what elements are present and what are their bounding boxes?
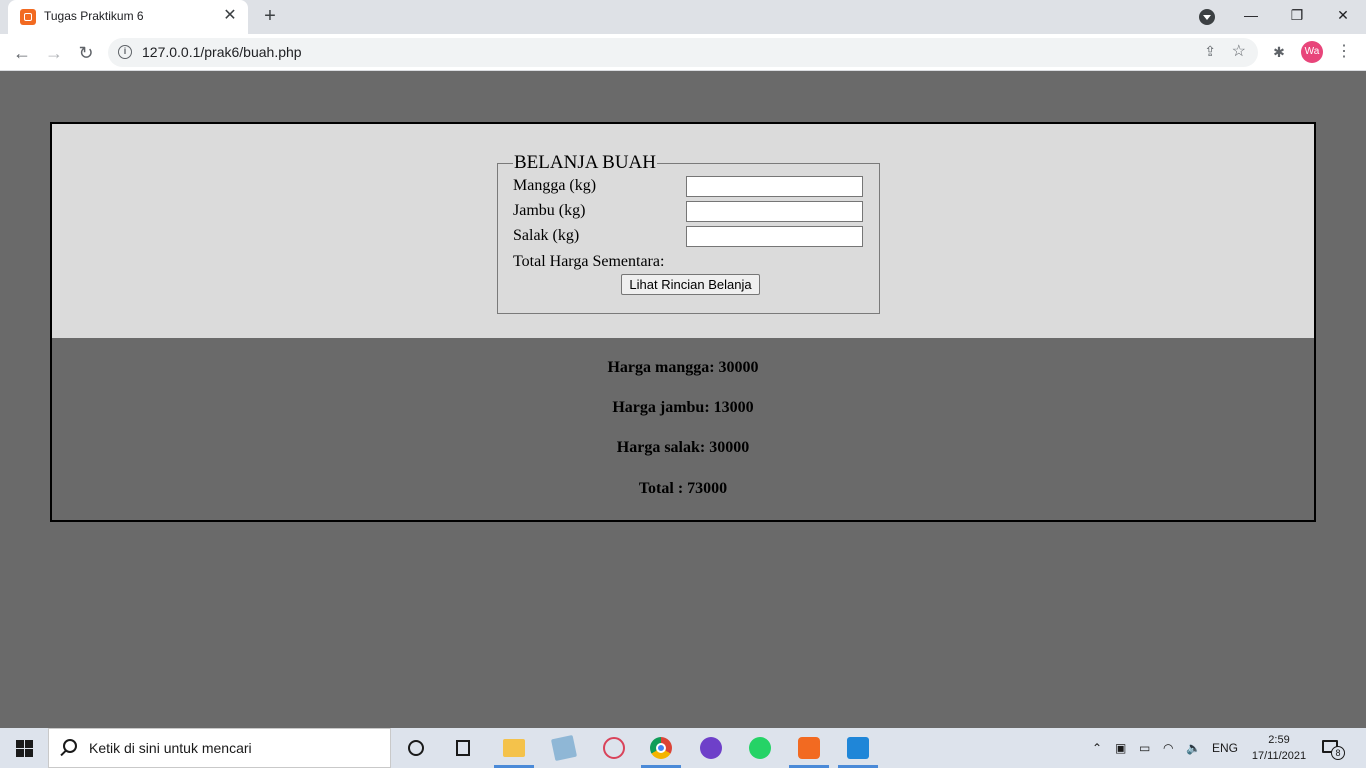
cortana-icon[interactable] xyxy=(392,728,440,768)
meet-now-icon[interactable]: ▣ xyxy=(1115,728,1126,768)
search-icon xyxy=(63,739,77,753)
total-sementara-label: Total Harga Sementara: xyxy=(513,253,665,270)
jambu-row: Jambu (kg) xyxy=(513,199,864,224)
extensions-puzzle-icon[interactable]: ✱ xyxy=(1269,42,1289,62)
button-wrap: Lihat Rincian Belanja xyxy=(513,271,864,295)
battery-icon[interactable]: ▭ xyxy=(1139,728,1150,768)
new-tab-button[interactable]: + xyxy=(258,5,282,29)
snipping-tool-icon[interactable] xyxy=(590,728,638,768)
clock-time: 2:59 xyxy=(1268,734,1290,746)
clock-date: 17/11/2021 xyxy=(1251,750,1307,762)
windows-start-icon[interactable] xyxy=(0,728,48,768)
system-clock[interactable]: 2:59 17/11/2021 xyxy=(1244,732,1314,764)
taskbar-search-box[interactable]: Ketik di sini untuk mencari xyxy=(48,728,391,768)
show-hidden-icons[interactable]: ⌃ xyxy=(1092,728,1102,768)
file-explorer-icon[interactable] xyxy=(490,728,538,768)
xampp-icon[interactable] xyxy=(785,728,833,768)
search-placeholder: Ketik di sini untuk mencari xyxy=(89,740,252,756)
share-icon[interactable]: ⇪ xyxy=(1204,43,1216,60)
back-arrow-icon[interactable]: ← xyxy=(9,40,35,66)
language-indicator[interactable]: ENG xyxy=(1212,728,1238,768)
content-frame: BELANJA BUAH Mangga (kg) Jambu (kg) Sala… xyxy=(50,122,1316,522)
profile-avatar[interactable]: Wa xyxy=(1301,41,1323,63)
jambu-label: Jambu (kg) xyxy=(513,202,586,219)
harga-mangga-text: Harga mangga: 30000 xyxy=(607,359,759,376)
url-text[interactable]: 127.0.0.1/prak6/buah.php xyxy=(142,44,302,60)
mangga-label: Mangga (kg) xyxy=(513,177,597,194)
mangga-row: Mangga (kg) xyxy=(513,174,864,199)
total-text: Total : 73000 xyxy=(638,480,728,497)
notepad-app-icon[interactable] xyxy=(540,728,588,768)
bookmark-star-icon[interactable]: ☆ xyxy=(1232,41,1246,61)
fieldset-legend: BELANJA BUAH xyxy=(514,152,656,173)
salak-label: Salak (kg) xyxy=(513,227,580,244)
harga-jambu-text: Harga jambu: 13000 xyxy=(612,399,754,416)
github-desktop-icon[interactable] xyxy=(687,728,735,768)
jambu-input[interactable] xyxy=(686,201,863,222)
tab-title: Tugas Praktikum 6 xyxy=(44,9,144,23)
lihat-rincian-button[interactable]: Lihat Rincian Belanja xyxy=(621,274,760,295)
action-center-icon[interactable]: 8 xyxy=(1322,738,1345,760)
xampp-favicon-icon xyxy=(20,9,36,25)
whatsapp-icon[interactable] xyxy=(736,728,784,768)
harga-salak-text: Harga salak: 30000 xyxy=(616,439,750,456)
close-window-button[interactable]: ✕ xyxy=(1320,0,1366,30)
vscode-icon[interactable] xyxy=(834,728,882,768)
tab-strip: Tugas Praktikum 6 ✕ + — ❐ ✕ xyxy=(0,0,1366,34)
reload-icon[interactable]: ↻ xyxy=(73,40,99,66)
task-view-icon[interactable] xyxy=(440,728,488,768)
tab-close-icon[interactable]: ✕ xyxy=(220,6,240,26)
salak-input[interactable] xyxy=(686,226,863,247)
form-section: BELANJA BUAH Mangga (kg) Jambu (kg) Sala… xyxy=(52,124,1314,338)
site-info-icon[interactable]: i xyxy=(118,45,132,59)
chrome-icon[interactable] xyxy=(637,728,685,768)
salak-row: Salak (kg) xyxy=(513,224,864,249)
address-bar[interactable]: i 127.0.0.1/prak6/buah.php ⇪ ☆ xyxy=(108,38,1258,67)
volume-icon[interactable]: 🔈 xyxy=(1186,728,1201,768)
notification-count: 8 xyxy=(1331,746,1345,760)
forward-arrow-icon[interactable]: → xyxy=(41,40,67,66)
kebab-menu-icon[interactable]: ⋮ xyxy=(1334,41,1354,63)
restore-button[interactable]: ❐ xyxy=(1274,0,1320,30)
tab-search-icon[interactable] xyxy=(1199,9,1215,25)
mangga-input[interactable] xyxy=(686,176,863,197)
browser-toolbar: ← → ↻ i 127.0.0.1/prak6/buah.php ⇪ ☆ ✱ W… xyxy=(0,34,1366,71)
shopping-fieldset: BELANJA BUAH Mangga (kg) Jambu (kg) Sala… xyxy=(497,152,880,314)
page-viewport: BELANJA BUAH Mangga (kg) Jambu (kg) Sala… xyxy=(0,72,1366,728)
browser-tab[interactable]: Tugas Praktikum 6 ✕ xyxy=(8,0,248,34)
wifi-icon[interactable]: ◠ xyxy=(1163,728,1173,768)
windows-taskbar: Ketik di sini untuk mencari ⌃ ▣ ▭ ◠ 🔈 EN… xyxy=(0,728,1366,768)
minimize-button[interactable]: — xyxy=(1228,0,1274,30)
